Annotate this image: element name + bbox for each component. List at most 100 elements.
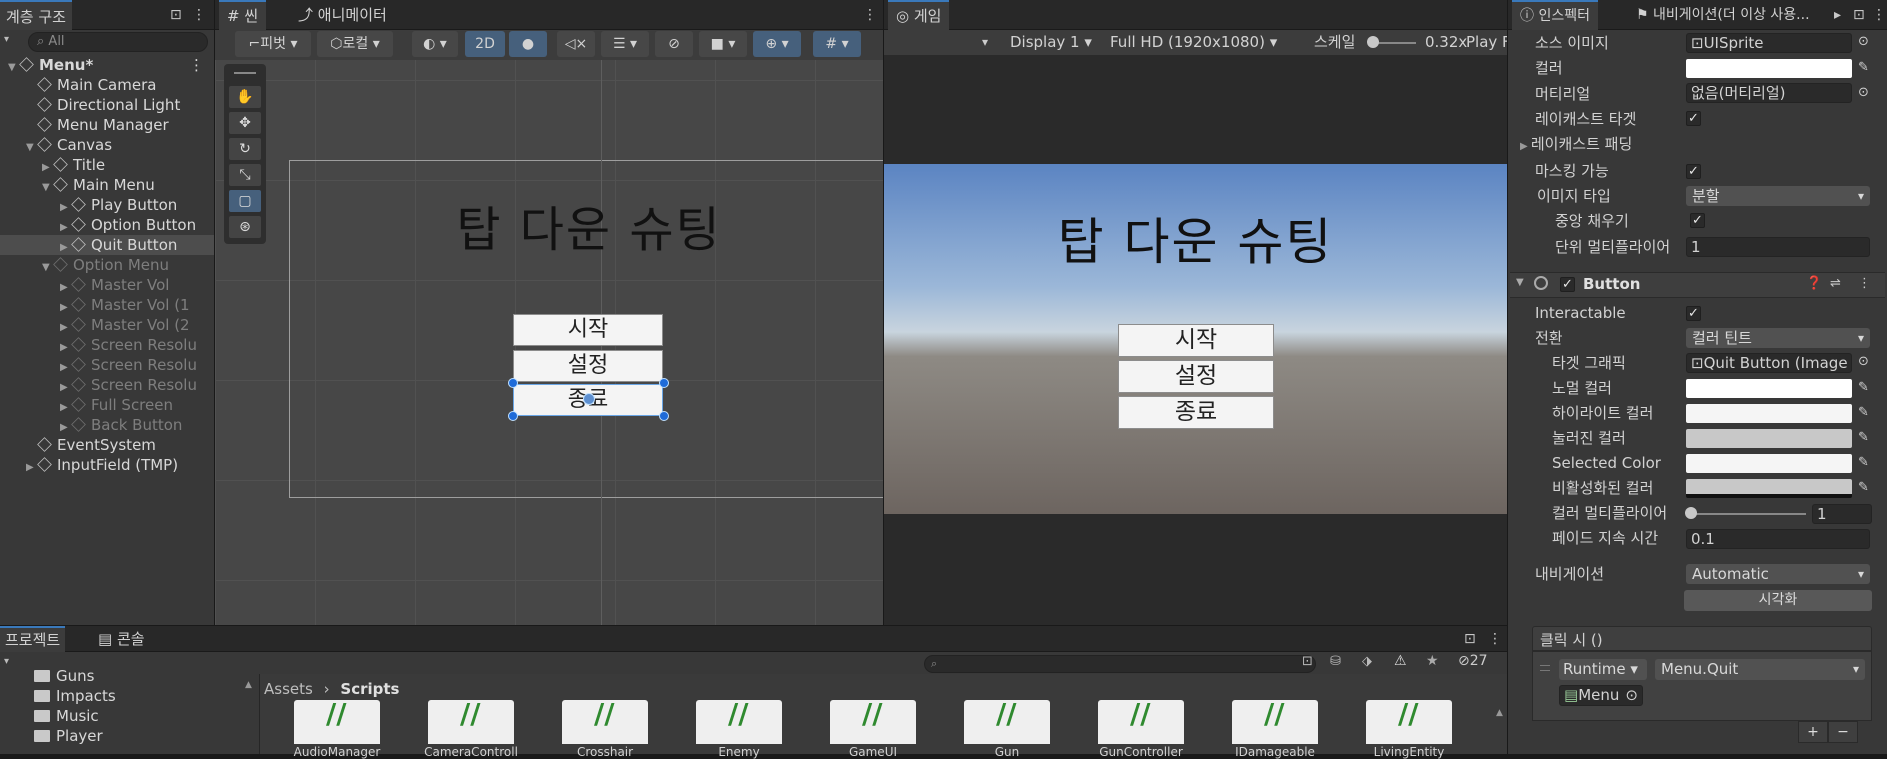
more-icon[interactable]: ⋮ bbox=[189, 55, 204, 75]
preset-icon[interactable]: ⇌ bbox=[1830, 276, 1841, 291]
hierarchy-item[interactable]: ▶ Master Vol (2 bbox=[0, 315, 214, 335]
filter-type-icon[interactable]: ⊡ bbox=[1302, 654, 1313, 669]
rect-tool-icon[interactable]: ▢ bbox=[229, 190, 261, 212]
raycast-target-checkbox[interactable]: ✓ bbox=[1686, 111, 1701, 126]
hierarchy-item[interactable]: ▶ Option Button bbox=[0, 215, 214, 235]
script-asset-icon[interactable]: // bbox=[1232, 700, 1318, 744]
rect-handle-bl[interactable] bbox=[508, 411, 518, 421]
object-field[interactable]: ▤Menu ⊙ bbox=[1559, 685, 1643, 706]
filter-by-type-icon[interactable]: ⛁ bbox=[1330, 654, 1341, 669]
hierarchy-item[interactable]: ▶ Quit Button bbox=[0, 235, 214, 255]
game-start-button[interactable]: 시작 bbox=[1118, 324, 1274, 357]
hierarchy-item[interactable]: ▶ Full Screen bbox=[0, 395, 214, 415]
image-type-dropdown[interactable]: 분할 bbox=[1686, 186, 1870, 206]
lock-icon[interactable]: ⊡ bbox=[1464, 626, 1476, 652]
color-multiplier-field[interactable]: 1 bbox=[1812, 504, 1872, 524]
disabled-color-swatch[interactable] bbox=[1686, 479, 1852, 498]
game-quit-button[interactable]: 종료 bbox=[1118, 396, 1274, 429]
folder-item[interactable]: Music bbox=[0, 706, 240, 726]
tab-animator[interactable]: ⤴ 애니메이터 bbox=[290, 0, 395, 30]
rect-handle-tl[interactable] bbox=[508, 378, 518, 388]
scene-viewport[interactable]: 탑 다운 슈팅 시작 설정 종료 bbox=[215, 60, 883, 625]
script-asset-icon[interactable]: // bbox=[428, 700, 514, 744]
color-multiplier-thumb[interactable] bbox=[1685, 507, 1697, 519]
source-image-field[interactable]: ⊡UISprite bbox=[1686, 33, 1852, 53]
scene-settings-button[interactable]: 설정 bbox=[513, 350, 663, 382]
visualize-button[interactable]: 시각화 bbox=[1684, 590, 1872, 611]
favorite-star-icon[interactable]: ★ bbox=[1426, 653, 1439, 669]
drag-handle-icon[interactable] bbox=[1540, 665, 1550, 671]
script-asset-icon[interactable]: // bbox=[964, 700, 1050, 744]
tab-game[interactable]: ◎ 게임 bbox=[888, 0, 950, 30]
normal-color-swatch[interactable] bbox=[1686, 379, 1852, 398]
lock-icon[interactable]: ⊡ bbox=[1853, 0, 1865, 30]
move-tool-icon[interactable]: ✥ bbox=[229, 112, 261, 134]
foldout-arrow-icon[interactable]: ▼ bbox=[1516, 277, 1524, 288]
raycast-padding-foldout[interactable]: ▶ 레이캐스트 패딩 bbox=[1520, 133, 1632, 155]
game-settings-button[interactable]: 설정 bbox=[1118, 360, 1274, 393]
lighting-toggle[interactable]: ● bbox=[509, 31, 547, 57]
transition-dropdown[interactable]: 컬러 틴트 bbox=[1686, 328, 1870, 348]
object-picker-icon[interactable]: ⊙ bbox=[1858, 85, 1872, 101]
hierarchy-item[interactable]: ▼ Option Menu bbox=[0, 255, 214, 275]
remove-listener-button[interactable]: − bbox=[1828, 721, 1858, 743]
palette-grip[interactable] bbox=[234, 72, 256, 74]
tab-inspector[interactable]: ⓘ 인스펙터 bbox=[1512, 0, 1598, 30]
function-dropdown[interactable]: Menu.Quit bbox=[1655, 659, 1865, 680]
add-listener-button[interactable]: + bbox=[1798, 721, 1828, 743]
interactable-checkbox[interactable]: ✓ bbox=[1686, 306, 1701, 321]
rect-handle-br[interactable] bbox=[659, 411, 669, 421]
hierarchy-add-button[interactable]: ▾ bbox=[4, 34, 24, 52]
assets-scroll-arrow-icon[interactable]: ▲ bbox=[1496, 708, 1503, 718]
effects-toggle[interactable]: ☰ ▾ bbox=[601, 31, 649, 57]
hierarchy-item[interactable]: ▶ Back Button bbox=[0, 415, 214, 435]
more-icon[interactable]: ⋮ bbox=[863, 0, 877, 30]
maskable-checkbox[interactable]: ✓ bbox=[1686, 164, 1701, 179]
tab-scene[interactable]: # 씬 bbox=[219, 0, 267, 30]
display-dropdown[interactable]: Display 1 ▾ bbox=[1010, 30, 1092, 55]
object-picker-icon[interactable]: ⊙ bbox=[1858, 34, 1872, 50]
foldout-arrow-icon[interactable]: ▶ bbox=[26, 458, 38, 478]
eyedropper-icon[interactable]: ✎ bbox=[1858, 405, 1872, 421]
object-picker-icon[interactable]: ⊙ bbox=[1858, 354, 1872, 370]
hierarchy-item[interactable]: ▶ Screen Resolu bbox=[0, 375, 214, 395]
eyedropper-icon[interactable]: ✎ bbox=[1858, 430, 1872, 446]
lock-icon[interactable]: ⊡ bbox=[170, 0, 182, 30]
more-icon[interactable]: ⋮ bbox=[1858, 276, 1871, 291]
script-asset-icon[interactable]: // bbox=[1098, 700, 1184, 744]
eyedropper-icon[interactable]: ✎ bbox=[1858, 60, 1872, 76]
runtime-dropdown[interactable]: Runtime ▾ bbox=[1559, 659, 1647, 680]
folder-item[interactable]: Player bbox=[0, 726, 240, 746]
resolution-dropdown[interactable]: Full HD (1920x1080) ▾ bbox=[1110, 30, 1277, 55]
folder-item[interactable]: Impacts bbox=[0, 686, 240, 706]
hierarchy-item[interactable]: ▶ Master Vol (1 bbox=[0, 295, 214, 315]
hierarchy-item[interactable]: ▼ Main Menu bbox=[0, 175, 214, 195]
transform-tool-icon[interactable]: ⊛ bbox=[229, 216, 261, 238]
button-enabled-checkbox[interactable]: ✓ bbox=[1560, 277, 1575, 292]
tab-console[interactable]: ▤ 콘솔 bbox=[90, 626, 153, 652]
hierarchy-item[interactable]: Directional Light bbox=[0, 95, 214, 115]
pixels-per-unit-field[interactable]: 1 bbox=[1686, 237, 1870, 257]
script-asset-icon[interactable]: // bbox=[830, 700, 916, 744]
local-button[interactable]: ⬡로컬 ▾ bbox=[317, 31, 393, 57]
camera-button[interactable]: ■ ▾ bbox=[699, 31, 747, 57]
tab-project[interactable]: 프로젝트 bbox=[0, 626, 66, 652]
filter-by-label-icon[interactable]: ⬗ bbox=[1362, 654, 1372, 669]
navigation-dropdown[interactable]: Automatic bbox=[1686, 564, 1870, 584]
grid-snap-button[interactable]: # ▾ bbox=[813, 31, 861, 57]
audio-toggle[interactable]: ◁× bbox=[557, 31, 595, 57]
hierarchy-item[interactable]: ▶ Master Vol bbox=[0, 275, 214, 295]
script-asset-icon[interactable]: // bbox=[1366, 700, 1452, 744]
gizmos-button[interactable]: ⊕ ▾ bbox=[753, 31, 801, 57]
warning-icon[interactable]: ⚠ bbox=[1394, 653, 1407, 669]
rect-handle-tr[interactable] bbox=[659, 378, 669, 388]
rotate-tool-icon[interactable]: ↻ bbox=[229, 138, 261, 160]
hierarchy-item[interactable]: ▶ Screen Resolu bbox=[0, 335, 214, 355]
eyedropper-icon[interactable]: ✎ bbox=[1858, 455, 1872, 471]
selected-color-swatch[interactable] bbox=[1686, 454, 1852, 473]
hidden-packages-toggle[interactable]: ⊘27 bbox=[1458, 653, 1488, 669]
script-asset-icon[interactable]: // bbox=[294, 700, 380, 744]
hand-tool-icon[interactable]: ✋ bbox=[229, 86, 261, 108]
script-asset-icon[interactable]: // bbox=[696, 700, 782, 744]
more-icon[interactable]: ⋮ bbox=[192, 0, 206, 30]
